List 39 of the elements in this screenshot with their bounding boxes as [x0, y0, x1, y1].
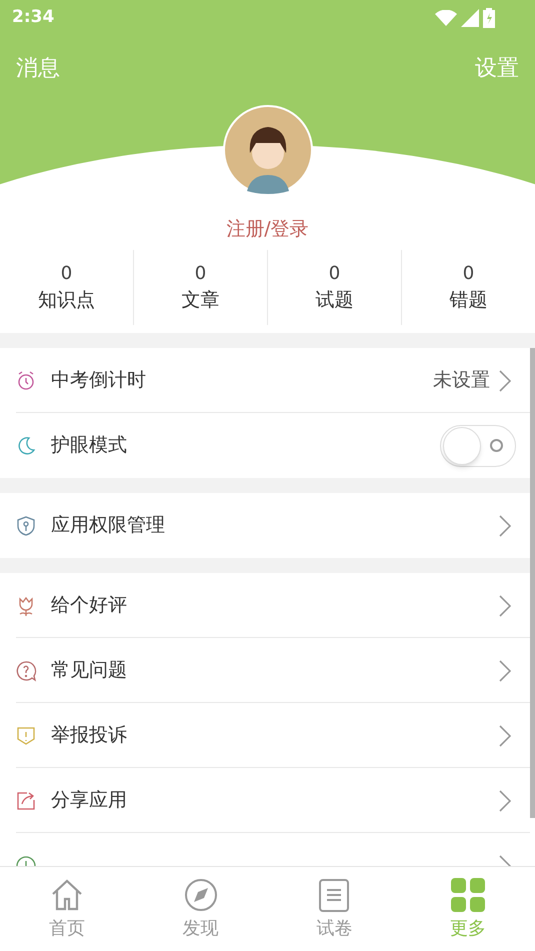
grid-icon — [450, 876, 486, 912]
menu-item[interactable]: 中考倒计时 未设置 — [0, 348, 530, 413]
stat-label: 错题 — [450, 291, 488, 310]
menu-item[interactable]: 应用权限管理 — [0, 493, 530, 558]
stat-label: 知识点 — [38, 291, 95, 310]
signal-icon — [461, 9, 479, 27]
stat-count: 0 — [194, 265, 206, 283]
wifi-icon — [435, 10, 457, 26]
chevron-right-icon — [498, 514, 512, 538]
stat-label: 文章 — [182, 291, 220, 310]
chevron-right-icon — [498, 594, 512, 618]
menu-item[interactable]: 护眼模式 — [0, 413, 530, 478]
menu-label: 给个好评 — [51, 593, 128, 618]
stat-count: 0 — [60, 265, 72, 283]
chevron-right-icon — [498, 368, 512, 392]
battery-icon — [483, 8, 495, 28]
compass-icon — [182, 876, 219, 912]
stat-count: 0 — [462, 265, 474, 283]
menu-label: 分享应用 — [51, 788, 128, 814]
menu-label: 常见问题 — [51, 658, 128, 684]
chevron-right-icon — [498, 788, 512, 812]
register-login-link[interactable]: 注册/登录 — [226, 215, 309, 244]
menu-label: 护眼模式 — [51, 433, 128, 458]
menu-item[interactable]: 给个好评 — [0, 573, 530, 638]
menu-item[interactable]: 常见问题 — [0, 638, 530, 703]
menu-label: 中考倒计时 — [51, 368, 147, 394]
avatar[interactable] — [222, 105, 312, 195]
question-bubble-icon — [14, 658, 38, 682]
menu-label: 举报投诉 — [51, 723, 128, 748]
menu-item[interactable]: 举报投诉 — [0, 703, 530, 768]
menu-value: 未设置 — [433, 368, 490, 394]
stat-label: 试题 — [316, 291, 354, 310]
menu-label: 应用权限管理 — [51, 513, 166, 538]
menu-item[interactable]: 分享应用 — [0, 768, 530, 833]
chevron-right-icon — [498, 658, 512, 682]
chevron-right-icon — [498, 724, 512, 748]
status-time: 2:34 — [12, 6, 54, 30]
stat-count: 0 — [328, 265, 340, 283]
toggle-switch[interactable] — [440, 424, 516, 466]
